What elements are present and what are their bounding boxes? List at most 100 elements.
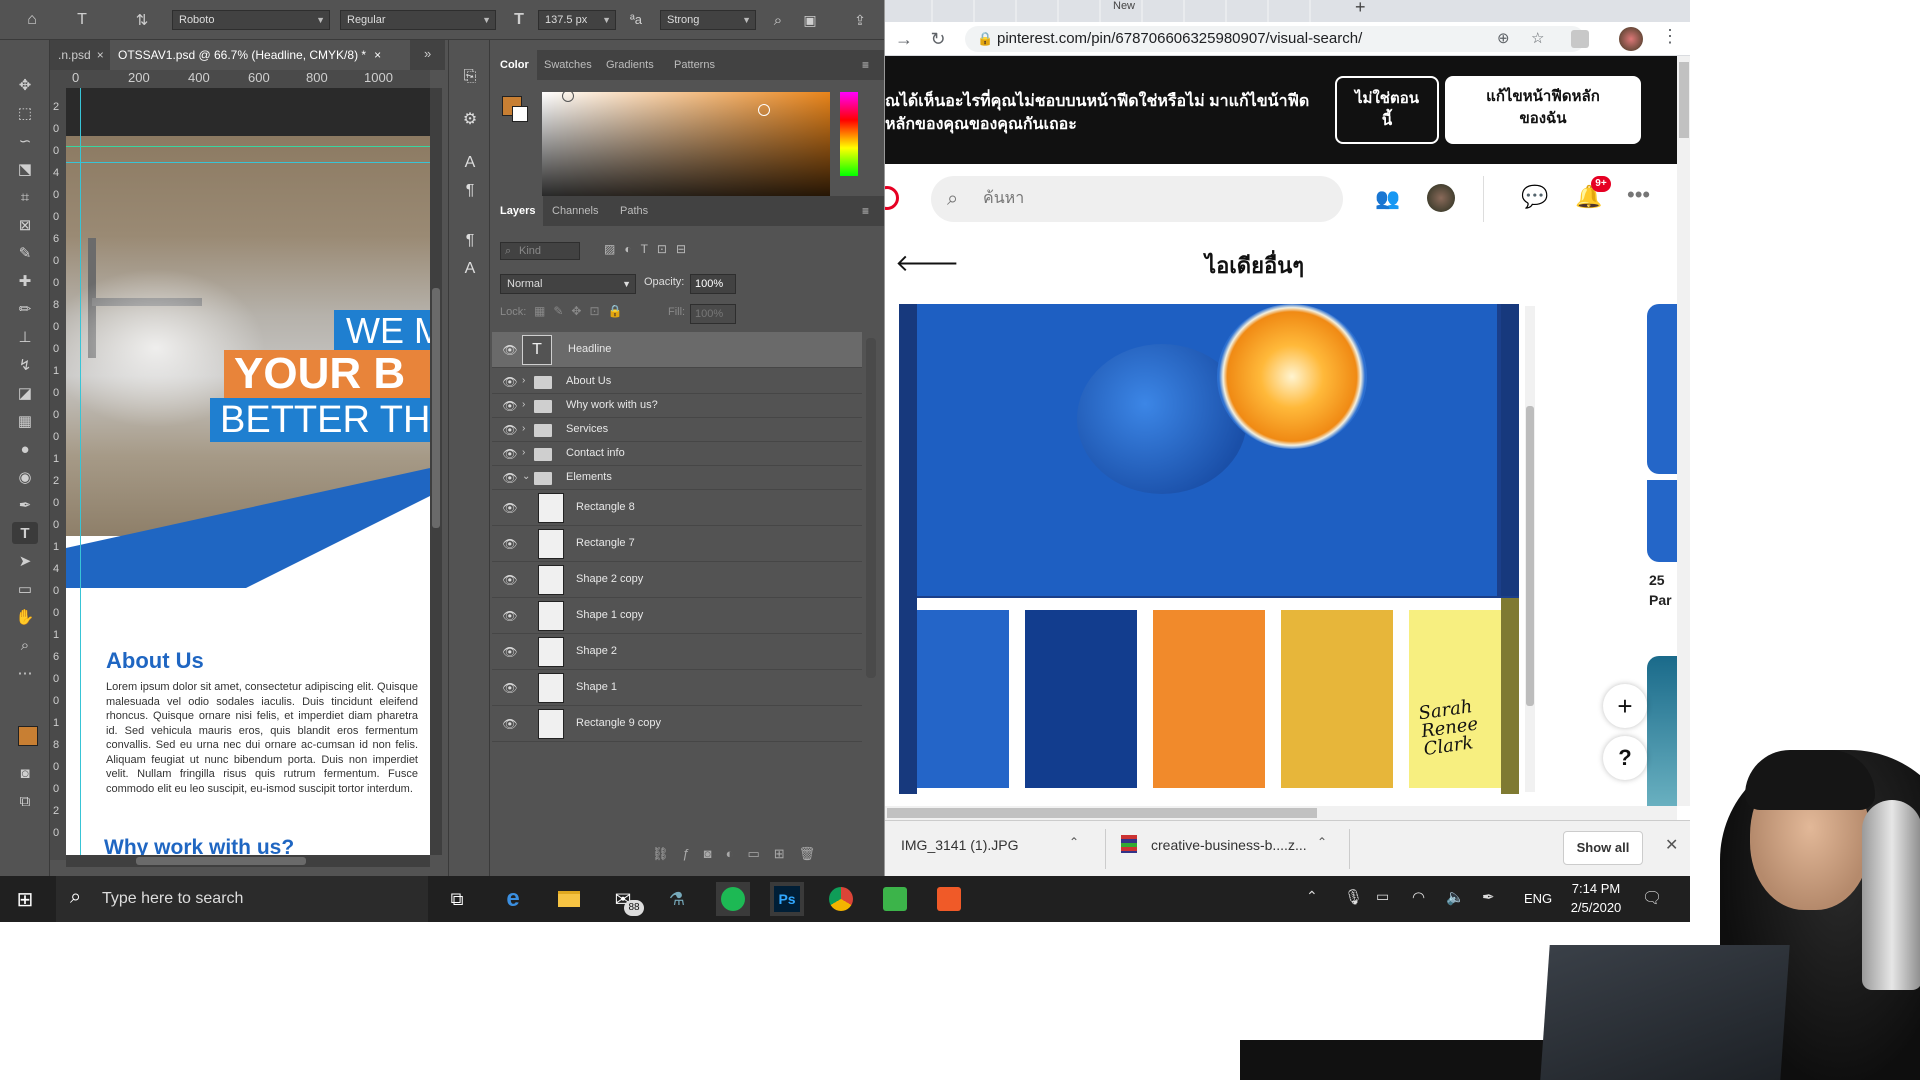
lasso-tool-icon[interactable]: ∽ [12,130,38,152]
more-menu-icon[interactable]: ⋮ [1661,26,1679,47]
fill-input[interactable]: 100% [690,304,736,324]
share-icon[interactable]: ⇪ [850,10,870,30]
object-select-tool-icon[interactable]: ⬔ [12,158,38,180]
layer-filter-kind[interactable]: ⌕ Kind [500,242,580,260]
history-panel-icon[interactable]: ⎘ [459,66,481,88]
tab-color[interactable]: Color [492,50,537,80]
close-icon[interactable]: × [374,48,381,62]
layers-scrollbar[interactable] [866,338,876,678]
layer-row[interactable]: 👁 T Headline [492,332,862,368]
properties-panel-icon[interactable]: ⚙ [459,108,481,130]
zoom-tool-icon[interactable]: ⌕ [12,634,38,656]
task-view-icon[interactable]: ⧉ [440,882,474,916]
chevron-right-icon[interactable]: › [522,423,525,434]
scroll-thumb[interactable] [136,857,306,865]
layer-row[interactable]: 👁 Rectangle 8 [492,490,862,526]
hue-slider[interactable] [840,92,858,176]
tab-patterns[interactable]: Patterns [666,50,723,80]
scroll-thumb[interactable] [432,288,440,528]
type-tool-icon[interactable]: T [12,522,38,544]
bookmark-star-icon[interactable]: ☆ [1531,26,1544,52]
spotify-icon[interactable] [716,882,750,916]
paragraph-styles-icon[interactable]: ¶ [459,230,481,252]
user-avatar[interactable] [1427,184,1455,212]
canvas-vertical-scrollbar[interactable] [430,88,442,855]
visibility-eye-icon[interactable]: 👁 [502,536,518,552]
tabs-overflow-icon[interactable]: » [424,46,431,61]
home-icon[interactable]: ⌂ [22,10,42,30]
taskbar-search-box[interactable]: ⌕ Type here to search [56,876,428,922]
panel-menu-icon[interactable]: ≡ [862,58,869,72]
visibility-eye-icon[interactable]: 👁 [502,422,518,438]
tab-new-label[interactable]: New [1113,0,1135,12]
chrome-taskbar-icon[interactable] [824,882,858,916]
side-pin[interactable] [1647,480,1677,562]
visibility-eye-icon[interactable]: 👁 [502,644,518,660]
dodge-tool-icon[interactable]: ◉ [12,466,38,488]
clone-stamp-icon[interactable]: ⊥ [12,326,38,348]
blur-tool-icon[interactable]: ● [12,438,38,460]
layers-footer-icons[interactable]: ⛓ƒ◙◐▭⊞🗑 [652,846,829,862]
doc-tab-active[interactable]: OTSSAV1.psd @ 66.7% (Headline, CMYK/8) *… [110,40,410,70]
frame-tool-icon[interactable]: ⊠ [12,214,38,236]
layer-row[interactable]: 👁 › Contact info [492,442,862,466]
visibility-eye-icon[interactable]: 👁 [502,572,518,588]
layer-row[interactable]: 👁 Rectangle 9 copy [492,706,862,742]
tab-swatches[interactable]: Swatches [536,50,600,80]
screen-mode-icon[interactable]: ⧉ [12,790,38,812]
side-pin[interactable] [1647,304,1677,474]
layer-row[interactable]: 👁 Rectangle 7 [492,526,862,562]
scroll-thumb[interactable] [1526,406,1534,706]
document-canvas[interactable]: WE M YOUR B BETTER TH About Us Lorem ips… [66,88,430,855]
gradient-tool-icon[interactable]: ▦ [12,410,38,432]
font-family-select[interactable]: Roboto ▼ [172,10,330,30]
history-brush-icon[interactable]: ↯ [12,354,38,376]
layer-row[interactable]: 👁 › Services [492,418,862,442]
visibility-eye-icon[interactable]: 👁 [502,470,518,486]
text-orientation-icon[interactable]: ⇅ [132,10,152,30]
tab-paths[interactable]: Paths [612,196,656,226]
quick-mask-icon[interactable]: ◙ [12,762,38,784]
visibility-eye-icon[interactable]: 👁 [502,342,518,358]
layer-row[interactable]: 👁 › About Us [492,370,862,394]
close-icon[interactable]: × [97,48,104,62]
forward-icon[interactable]: → [893,28,915,50]
antialias-select[interactable]: Strong ▼ [660,10,756,30]
eyedropper-tool-icon[interactable]: ✎ [12,242,38,264]
add-pin-button[interactable]: + [1603,684,1647,728]
layer-row[interactable]: 👁 Shape 1 copy [492,598,862,634]
healing-brush-icon[interactable]: ✚ [12,270,38,292]
file-explorer-icon[interactable] [552,882,586,916]
foreground-color-swatch[interactable] [18,726,38,746]
marquee-tool-icon[interactable]: ⬚ [12,102,38,124]
font-style-select[interactable]: Regular ▼ [340,10,496,30]
tab-channels[interactable]: Channels [544,196,606,226]
layer-row[interactable]: 👁 Shape 1 [492,670,862,706]
new-tab-icon[interactable]: + [1355,0,1366,18]
rectangle-tool-icon[interactable]: ▭ [12,578,38,600]
chevron-up-icon[interactable]: ⌃ [1069,835,1079,849]
visibility-eye-icon[interactable]: 👁 [502,716,518,732]
blend-mode-select[interactable]: Normal ▼ [500,274,636,294]
not-now-button[interactable]: ไม่ใช่ตอนนี้ [1335,76,1439,144]
layer-filter-icons[interactable]: ▨◐T⊡⊟ [604,242,695,256]
scroll-thumb[interactable] [1679,62,1689,138]
chevron-right-icon[interactable]: › [522,375,525,386]
download-item-1[interactable]: IMG_3141 (1).JPG [901,837,1019,853]
eraser-tool-icon[interactable]: ◪ [12,382,38,404]
background-color-chip[interactable] [512,106,528,122]
opacity-input[interactable]: 100% [690,274,736,294]
layer-row[interactable]: 👁 › Why work with us? [492,394,862,418]
visibility-eye-icon[interactable]: 👁 [502,608,518,624]
chevron-down-icon[interactable]: ⌄ [522,471,530,482]
messages-icon[interactable]: 💬 [1521,184,1548,210]
tab-layers[interactable]: Layers [492,196,544,226]
pin-scrollbar[interactable] [1525,306,1535,792]
chevron-right-icon[interactable]: › [522,447,525,458]
edge-browser-icon[interactable]: e [496,882,530,916]
pinterest-logo[interactable] [885,186,899,210]
visibility-eye-icon[interactable]: 👁 [502,374,518,390]
windows-start-icon[interactable]: ⊞ [8,882,42,916]
visibility-eye-icon[interactable]: 👁 [502,500,518,516]
reload-icon[interactable]: ↻ [927,28,949,50]
